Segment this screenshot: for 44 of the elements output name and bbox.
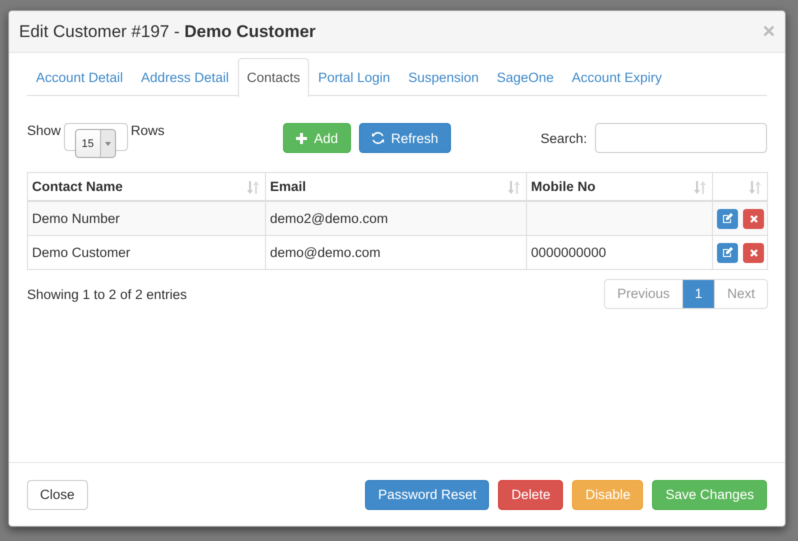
refresh-button[interactable]: Refresh	[359, 123, 452, 153]
column-header[interactable]: Mobile No	[531, 179, 596, 194]
tab[interactable]: Account Detail	[27, 58, 132, 97]
edit-icon	[722, 247, 734, 258]
password-reset-button[interactable]: Password Reset	[365, 480, 490, 510]
sort-icon	[247, 181, 259, 194]
modal-title: Edit Customer #197 - Demo Customer	[19, 22, 317, 42]
close-button[interactable]: Close	[27, 480, 88, 510]
sort-icon	[694, 181, 706, 194]
search-label: Search:	[540, 130, 587, 146]
page-link[interactable]: 1	[682, 280, 714, 308]
tab[interactable]: Address Detail	[132, 58, 238, 97]
tab[interactable]: Portal Login	[309, 58, 400, 97]
delete-button[interactable]: Delete	[498, 480, 564, 510]
delete-button[interactable]	[743, 208, 764, 228]
column-header[interactable]: Email	[270, 179, 306, 194]
table-cell: Demo Customer	[32, 245, 130, 260]
table-cell: demo@demo.com	[270, 245, 380, 260]
edit-button[interactable]	[717, 208, 738, 228]
entries-info: Showing 1 to 2 of 2 entries	[27, 286, 188, 302]
close-icon	[750, 214, 758, 222]
sort-icon	[508, 181, 520, 194]
plus-icon	[296, 132, 307, 144]
search-field[interactable]	[595, 123, 767, 153]
table-cell: demo2@demo.com	[270, 211, 388, 226]
tab[interactable]: SageOne	[488, 58, 563, 97]
save-button[interactable]: Save Changes	[652, 480, 767, 510]
table-cell: 0000000000	[531, 245, 606, 260]
rows-select[interactable]: 15	[74, 129, 116, 158]
sort-icon	[749, 181, 761, 194]
refresh-icon	[372, 132, 384, 144]
edit-icon	[722, 213, 734, 224]
add-button[interactable]: Add	[283, 123, 352, 153]
delete-button[interactable]	[743, 242, 764, 262]
table-cell: Demo Number	[32, 211, 120, 226]
close-icon	[750, 248, 758, 256]
edit-button[interactable]	[717, 242, 738, 262]
tab[interactable]: Suspension	[399, 58, 488, 97]
disable-button[interactable]: Disable	[572, 480, 644, 510]
tab[interactable]: Account Expiry	[562, 58, 671, 97]
caret-icon	[104, 142, 111, 146]
rows-label: Rows	[130, 123, 165, 138]
show-label: Show	[27, 123, 61, 138]
tab[interactable]: Contacts	[238, 58, 310, 97]
